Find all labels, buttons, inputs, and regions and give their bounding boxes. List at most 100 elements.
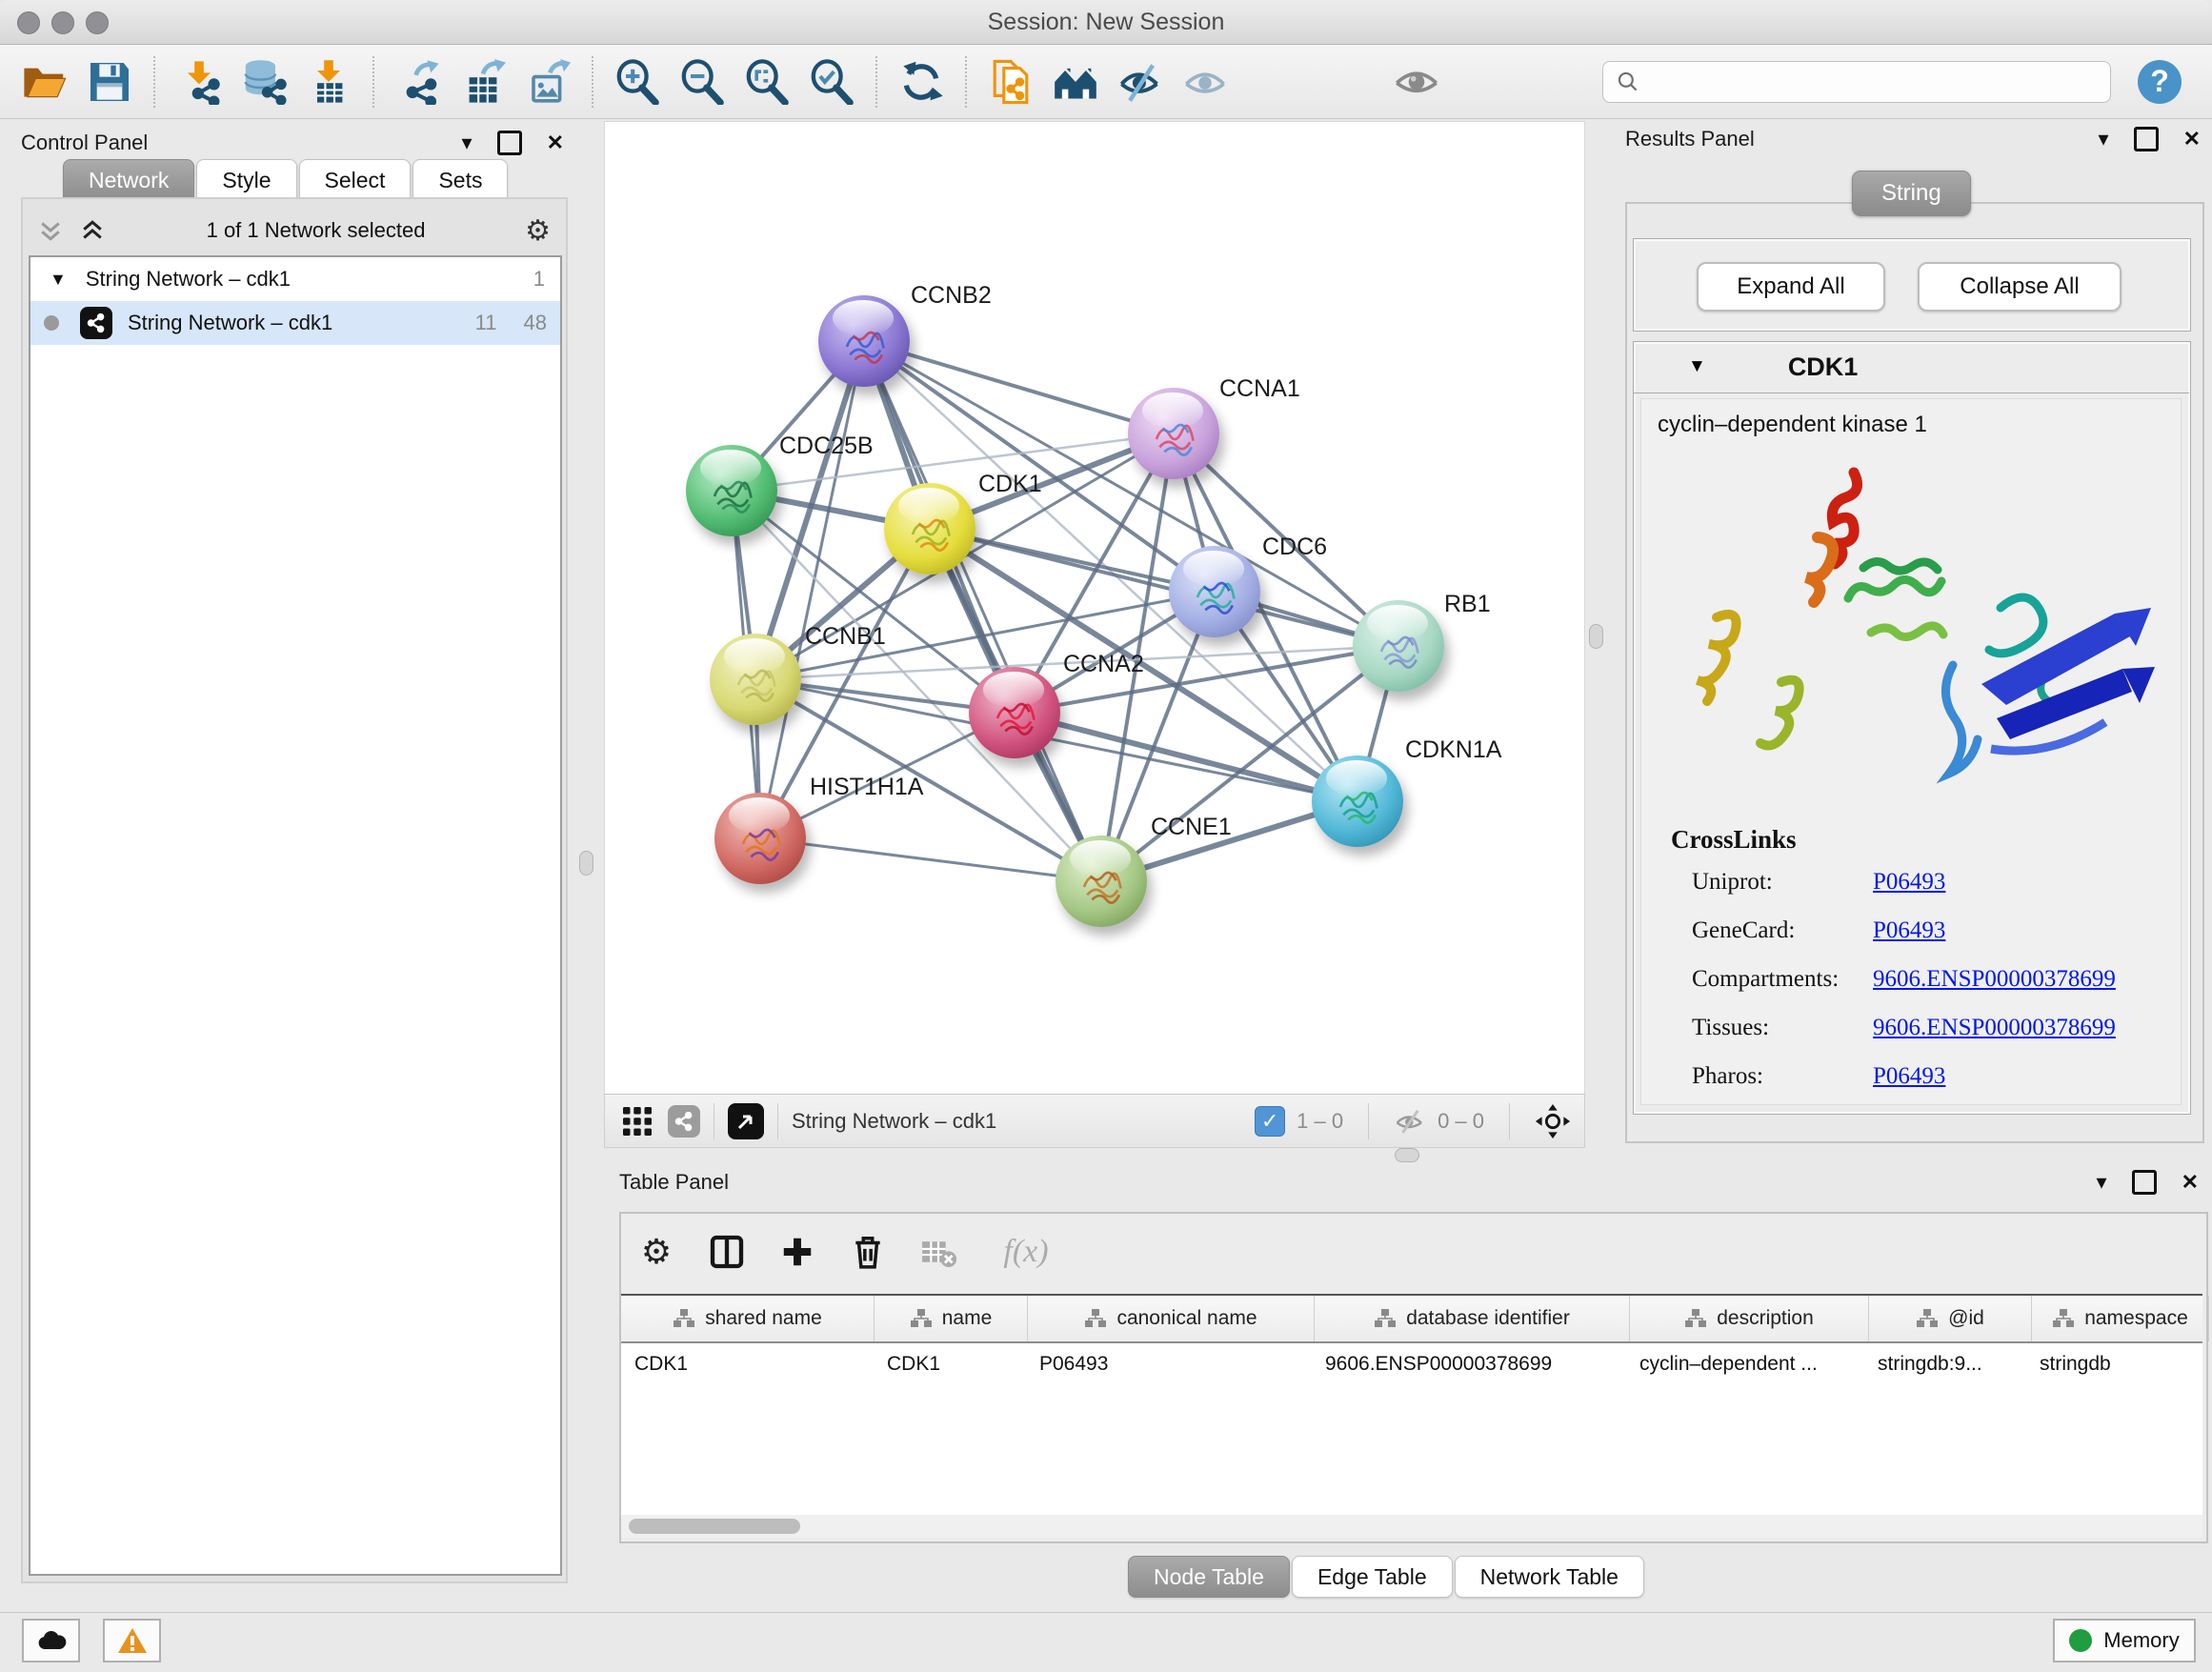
table-cell[interactable]: stringdb:9... [1864, 1353, 2026, 1376]
network-node-CCNE1[interactable] [1056, 836, 1147, 927]
network-edge-HIST1H1A-CCNE1[interactable] [760, 838, 1101, 881]
grid-view-icon[interactable] [620, 1104, 654, 1138]
network-node-CDKN1A[interactable] [1312, 755, 1403, 847]
tab-style[interactable]: Style [196, 159, 296, 201]
inspector-eye-button[interactable] [1391, 56, 1442, 108]
network-node-HIST1H1A[interactable] [714, 793, 806, 884]
network-node-RB1[interactable] [1353, 600, 1444, 692]
crosslink-link[interactable]: P06493 [1873, 869, 1945, 896]
export-image-button[interactable] [522, 56, 573, 108]
export-network-button[interactable] [392, 56, 444, 108]
network-node-CDC25B[interactable] [686, 445, 777, 536]
left-splitter-handle[interactable] [579, 851, 593, 876]
tab-edge-table[interactable]: Edge Table [1292, 1556, 1453, 1598]
network-node-CCNA1[interactable] [1128, 388, 1219, 479]
export-table-button[interactable] [457, 56, 509, 108]
bottom-splitter-handle[interactable] [1395, 1148, 1419, 1162]
column-header-description[interactable]: description [1630, 1296, 1869, 1341]
column-header-name[interactable]: name [875, 1296, 1028, 1341]
column-header-shared-name[interactable]: shared name [621, 1296, 875, 1341]
import-table-button[interactable] [303, 56, 354, 108]
network-edge-CCNB2-HIST1H1A[interactable] [760, 341, 864, 838]
results-entry-header[interactable]: ▼ CDK1 [1633, 341, 2189, 393]
close-panel-icon[interactable]: ✕ [2183, 127, 2201, 151]
save-session-button[interactable] [84, 56, 135, 108]
close-panel-icon[interactable]: ✕ [2182, 1170, 2199, 1195]
right-splitter-handle[interactable] [1589, 624, 1603, 649]
network-canvas[interactable]: CCNB2CCNA1CDC25BCDK1CDC6RB1CCNB1CCNA2CDK… [604, 121, 1585, 1096]
network-collection-row[interactable]: ▼ String Network – cdk1 1 [30, 257, 560, 301]
float-panel-icon[interactable] [497, 131, 522, 155]
network-view-share-icon[interactable] [668, 1105, 700, 1138]
delete-column-trash-icon[interactable] [842, 1226, 894, 1278]
warnings-button[interactable] [103, 1619, 161, 1662]
column-header-canonical-name[interactable]: canonical name [1028, 1296, 1315, 1341]
table-gear-icon[interactable]: ⚙ [631, 1226, 682, 1278]
float-panel-icon[interactable] [2132, 1170, 2157, 1195]
zoom-selected-button[interactable] [806, 56, 857, 108]
apply-layout-button[interactable] [895, 56, 947, 108]
memory-button[interactable]: Memory [2053, 1619, 2196, 1662]
hide-selected-button[interactable] [1115, 56, 1166, 108]
import-network-file-button[interactable] [173, 56, 225, 108]
cloud-button[interactable] [22, 1619, 80, 1662]
close-panel-icon[interactable]: ✕ [547, 131, 564, 155]
float-panel-icon[interactable] [2134, 127, 2159, 151]
help-button[interactable]: ? [2138, 60, 2182, 104]
minimize-window-button[interactable] [51, 11, 74, 34]
crosslink-link[interactable]: P06493 [1873, 917, 1945, 944]
panel-menu-icon[interactable]: ▾ [462, 131, 473, 155]
table-cell[interactable]: stringdb [2026, 1353, 2202, 1376]
network-node-CCNA2[interactable] [969, 667, 1060, 758]
tab-sets[interactable]: Sets [412, 159, 508, 201]
show-all-button[interactable] [1179, 56, 1231, 108]
table-cell[interactable]: 9606.ENSP00000378699 [1312, 1353, 1626, 1376]
collapse-all-icon[interactable] [36, 216, 65, 245]
search-input[interactable] [1602, 61, 2111, 103]
crosslink-link[interactable]: P06493 [1873, 1063, 1945, 1090]
network-node-CCNB1[interactable] [710, 634, 801, 725]
network-node-CCNB2[interactable] [818, 295, 910, 387]
gear-icon[interactable]: ⚙ [525, 214, 551, 248]
zoom-fit-button[interactable] [741, 56, 793, 108]
network-row-selected[interactable]: String Network – cdk1 11 48 [30, 301, 560, 345]
column-header-namespace[interactable]: namespace [2032, 1296, 2209, 1341]
import-network-database-button[interactable] [238, 56, 290, 108]
table-cell[interactable]: cyclin–dependent ... [1626, 1353, 1864, 1376]
table-hscroll-thumb[interactable] [629, 1519, 800, 1534]
add-column-icon[interactable] [772, 1226, 823, 1278]
network-edge-CCNB2-CCNA1[interactable] [864, 341, 1174, 433]
network-edge-CDK1-RB1[interactable] [930, 529, 1398, 646]
tab-select[interactable]: Select [299, 159, 412, 201]
entry-expander-icon[interactable]: ▼ [1688, 356, 1706, 377]
expand-all-button[interactable]: Expand All [1697, 262, 1885, 312]
table-hscrollbar[interactable] [621, 1515, 2202, 1538]
birds-eye-view-icon[interactable] [728, 1103, 764, 1139]
collapse-all-button[interactable]: Collapse All [1918, 262, 2122, 312]
fit-content-crosshair-icon[interactable] [1535, 1103, 1571, 1139]
selected-indicator-checkbox[interactable]: ✓ [1255, 1106, 1285, 1137]
close-window-button[interactable] [17, 11, 40, 34]
panel-menu-icon[interactable]: ▾ [2097, 1170, 2107, 1195]
home-button[interactable] [1050, 56, 1101, 108]
panel-menu-icon[interactable]: ▾ [2099, 127, 2109, 151]
table-cell[interactable]: CDK1 [621, 1353, 874, 1376]
zoom-window-button[interactable] [86, 11, 109, 34]
show-columns-icon[interactable] [701, 1226, 753, 1278]
duplicate-network-button[interactable] [985, 56, 1036, 108]
crosslink-link[interactable]: 9606.ENSP00000378699 [1873, 966, 2116, 993]
table-row[interactable]: CDK1CDK1P064939606.ENSP00000378699cyclin… [621, 1343, 2202, 1385]
tree-expander-icon[interactable]: ▼ [50, 270, 67, 290]
zoom-out-button[interactable] [676, 56, 728, 108]
table-cell[interactable]: P06493 [1026, 1353, 1312, 1376]
table-cell[interactable]: CDK1 [874, 1353, 1026, 1376]
column-header-database-identifier[interactable]: database identifier [1315, 1296, 1630, 1341]
tab-node-table[interactable]: Node Table [1128, 1556, 1290, 1598]
network-node-CDC6[interactable] [1169, 546, 1260, 637]
expand-all-icon[interactable] [78, 216, 107, 245]
column-header--id[interactable]: @id [1869, 1296, 2032, 1341]
open-session-button[interactable] [19, 56, 70, 108]
tab-network[interactable]: Network [63, 159, 194, 201]
tab-string[interactable]: String [1852, 171, 1971, 216]
tab-network-table[interactable]: Network Table [1455, 1556, 1644, 1598]
